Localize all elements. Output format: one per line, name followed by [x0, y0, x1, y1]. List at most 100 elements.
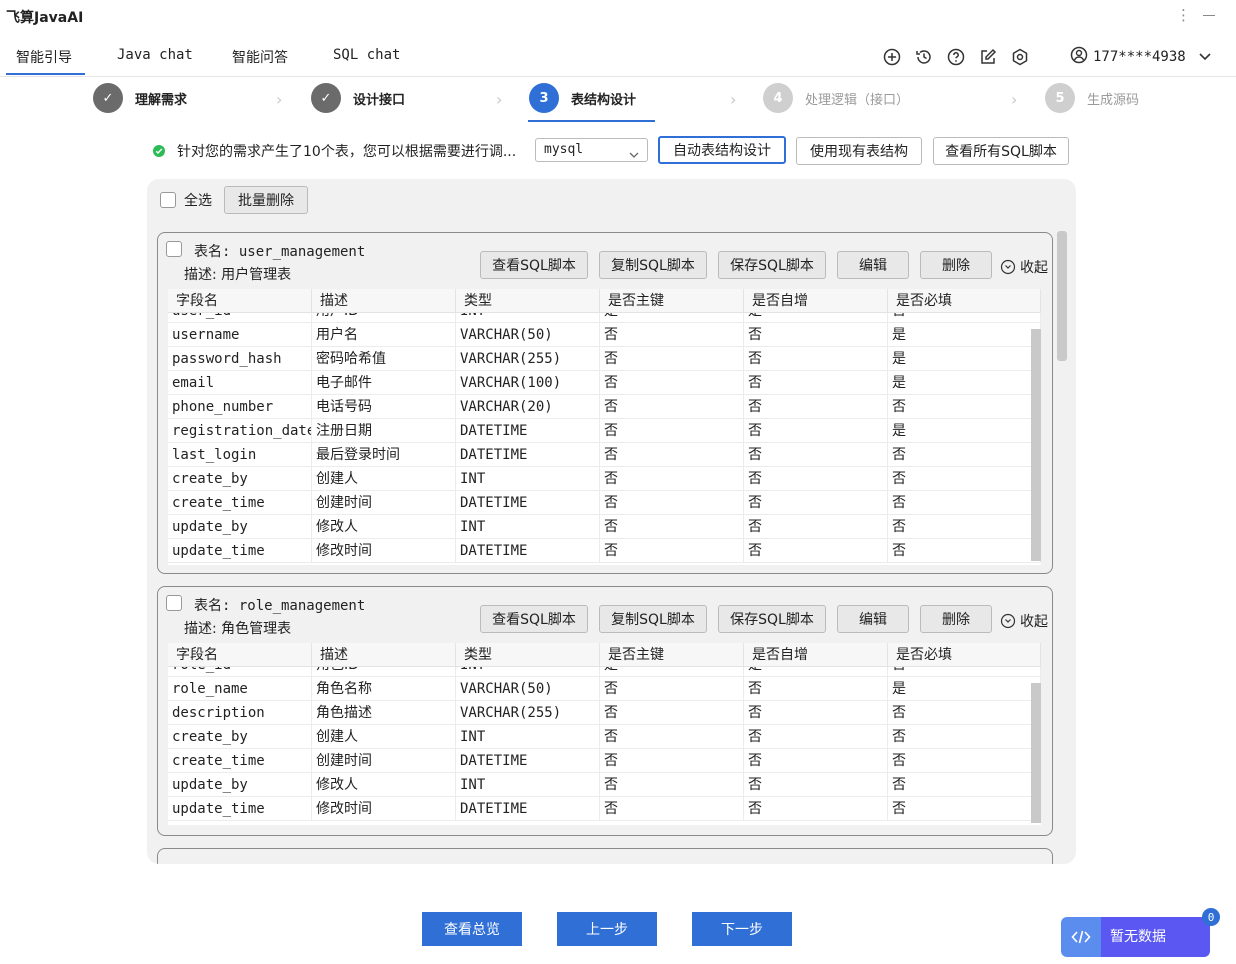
table-row[interactable]: password_hash 密码哈希值 VARCHAR(255) 否否是	[168, 347, 1041, 371]
select-all-checkbox[interactable]	[160, 192, 176, 208]
table-cell: 否	[744, 419, 888, 442]
col-primary-key: 是否主键	[600, 643, 744, 666]
add-icon[interactable]	[882, 47, 902, 67]
table-row[interactable]: user_id用户IDINT是是否	[168, 313, 1041, 323]
collapse-icon	[1000, 613, 1016, 629]
table-checkbox[interactable]	[166, 241, 182, 257]
collapse-toggle[interactable]: 收起	[1000, 611, 1048, 631]
table-row[interactable]: create_by 创建人 INT 否否否	[168, 467, 1041, 491]
tab-java-chat[interactable]: Java chat	[117, 47, 193, 63]
db-type-select[interactable]: mysql	[535, 138, 648, 162]
table-cell: VARCHAR(255)	[456, 701, 600, 724]
step-label: 生成源码	[1087, 92, 1140, 108]
col-description: 描述	[312, 289, 456, 312]
table-scrollbar[interactable]	[1031, 329, 1041, 561]
delete-button[interactable]: 删除	[920, 251, 992, 279]
save-sql-button[interactable]: 保存SQL脚本	[718, 605, 826, 633]
table-cell: 否	[600, 797, 744, 820]
table-cell: 是	[744, 667, 888, 676]
collapse-toggle[interactable]: 收起	[1000, 257, 1048, 277]
table-row[interactable]: update_time 修改时间 DATETIME 否否否	[168, 539, 1041, 563]
edit-icon[interactable]	[978, 47, 998, 67]
table-cell: 否	[600, 677, 744, 700]
table-row[interactable]: update_time 修改时间 DATETIME 否否否	[168, 797, 1041, 821]
copy-sql-button[interactable]: 复制SQL脚本	[599, 251, 707, 279]
step-table-design[interactable]: 3 表结构设计	[529, 82, 636, 114]
delete-button[interactable]: 删除	[920, 605, 992, 633]
step-design-api[interactable]: ✓ 设计接口	[311, 82, 405, 114]
table-cell: 创建人	[312, 467, 456, 490]
help-icon[interactable]	[946, 47, 966, 67]
table-cell: description	[168, 701, 312, 724]
batch-delete-button[interactable]: 批量删除	[224, 186, 308, 214]
tab-sql-chat[interactable]: SQL chat	[333, 47, 400, 63]
table-cell: 否	[744, 725, 888, 748]
history-icon[interactable]	[914, 47, 934, 67]
overview-button[interactable]: 查看总览	[422, 912, 522, 946]
check-icon: ✓	[311, 83, 341, 113]
table-cell: 是	[888, 419, 1041, 442]
table-cell: 否	[888, 667, 1041, 676]
title-bar: 飞算JavaAI ⋮	[0, 0, 1236, 34]
user-menu[interactable]: 177****4938	[1070, 46, 1211, 68]
table-row[interactable]: create_by 创建人 INT 否否否	[168, 725, 1041, 749]
table-row[interactable]: username 用户名 VARCHAR(50) 否否是	[168, 323, 1041, 347]
table-row[interactable]: description 角色描述 VARCHAR(255) 否否否	[168, 701, 1041, 725]
floating-assistant-widget[interactable]: 暂无数据 0	[1061, 908, 1220, 957]
table-row[interactable]: last_login 最后登录时间 DATETIME 否否否	[168, 443, 1041, 467]
panel-scrollbar[interactable]	[1057, 231, 1067, 361]
table-cell: 否	[744, 701, 888, 724]
info-text: 针对您的需求产生了10个表，您可以根据需要进行调...	[177, 144, 517, 160]
app-title: 飞算JavaAI	[6, 10, 84, 26]
step-generate[interactable]: 5 生成源码	[1045, 82, 1139, 114]
table-checkbox[interactable]	[166, 595, 182, 611]
table-cell: role_name	[168, 677, 312, 700]
tab-smart-guide[interactable]: 智能引导	[16, 47, 72, 67]
table-body[interactable]: role_id角色IDINT是是否role_name角色名称VARCHAR(50…	[168, 667, 1041, 825]
table-cell: update_by	[168, 515, 312, 538]
table-scrollbar[interactable]	[1031, 683, 1041, 823]
table-cell: 否	[744, 773, 888, 796]
user-phone: 177****4938	[1093, 49, 1186, 65]
table-row[interactable]: role_id角色IDINT是是否	[168, 667, 1041, 677]
table-row[interactable]: email 电子邮件 VARCHAR(100) 否否是	[168, 371, 1041, 395]
select-all-label: 全选	[184, 193, 212, 209]
table-cell: 否	[600, 323, 744, 346]
table-cell: 修改时间	[312, 797, 456, 820]
more-options-icon[interactable]: ⋮	[1176, 6, 1191, 24]
table-cell: create_by	[168, 725, 312, 748]
tab-smart-qa[interactable]: 智能问答	[232, 47, 288, 67]
save-sql-button[interactable]: 保存SQL脚本	[718, 251, 826, 279]
table-cell: 否	[888, 467, 1041, 490]
edit-button[interactable]: 编辑	[837, 605, 909, 633]
next-step-button[interactable]: 下一步	[692, 912, 792, 946]
use-existing-button[interactable]: 使用现有表结构	[796, 137, 922, 165]
table-row[interactable]: role_name 角色名称 VARCHAR(50) 否否是	[168, 677, 1041, 701]
step-logic[interactable]: 4 处理逻辑（接口）	[763, 82, 909, 114]
table-row[interactable]: create_time 创建时间 DATETIME 否否否	[168, 749, 1041, 773]
table-cell: 电话号码	[312, 395, 456, 418]
table-card-next	[157, 848, 1053, 864]
table-cell: 角色名称	[312, 677, 456, 700]
view-sql-button[interactable]: 查看SQL脚本	[480, 251, 588, 279]
settings-icon[interactable]	[1010, 47, 1030, 67]
prev-step-button[interactable]: 上一步	[557, 912, 657, 946]
table-row[interactable]: update_by 修改人 INT 否否否	[168, 515, 1041, 539]
auto-design-button[interactable]: 自动表结构设计	[658, 136, 786, 164]
table-row[interactable]: update_by 修改人 INT 否否否	[168, 773, 1041, 797]
chevron-down-icon	[1199, 49, 1211, 65]
view-all-sql-button[interactable]: 查看所有SQL脚本	[933, 137, 1069, 165]
table-cell: DATETIME	[456, 419, 600, 442]
view-sql-button[interactable]: 查看SQL脚本	[480, 605, 588, 633]
edit-button[interactable]: 编辑	[837, 251, 909, 279]
step-understand[interactable]: ✓ 理解需求	[93, 82, 187, 114]
table-row[interactable]: create_time 创建时间 DATETIME 否否否	[168, 491, 1041, 515]
table-row[interactable]: phone_number 电话号码 VARCHAR(20) 否否否	[168, 395, 1041, 419]
copy-sql-button[interactable]: 复制SQL脚本	[599, 605, 707, 633]
table-cell: 是	[744, 313, 888, 322]
table-cell: 否	[600, 395, 744, 418]
col-auto-increment: 是否自增	[744, 289, 888, 312]
table-body[interactable]: user_id用户IDINT是是否username用户名VARCHAR(50)否…	[168, 313, 1041, 565]
minimize-icon[interactable]	[1203, 15, 1215, 16]
table-row[interactable]: registration_date 注册日期 DATETIME 否否是	[168, 419, 1041, 443]
